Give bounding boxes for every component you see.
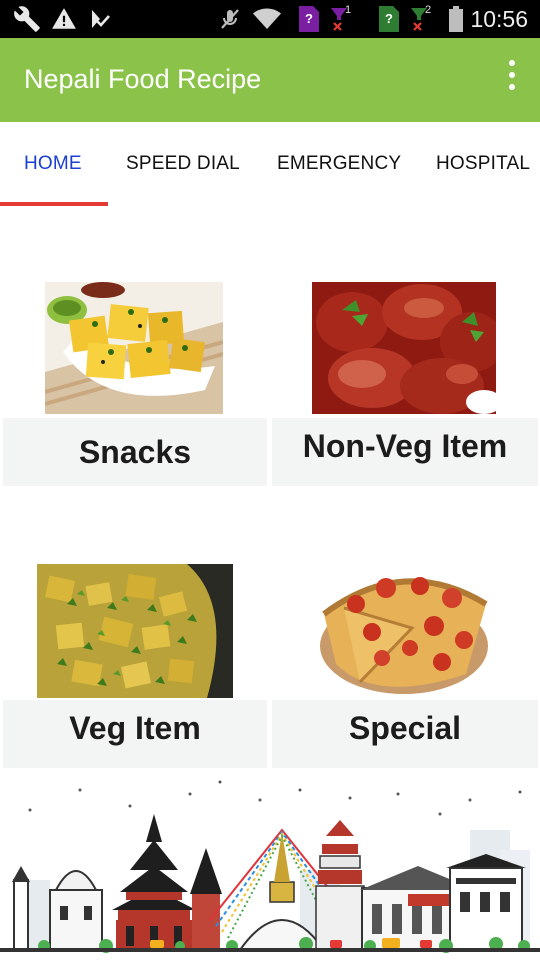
card-label-area: Non-Veg Item bbox=[272, 418, 538, 486]
sim2-unknown-label: ? bbox=[385, 11, 393, 26]
tab-emergency[interactable]: EMERGENCY bbox=[277, 122, 401, 206]
tab-speed-dial[interactable]: SPEED DIAL bbox=[126, 122, 240, 206]
app-title: Nepali Food Recipe bbox=[24, 64, 262, 94]
sim2-label: 2 bbox=[425, 4, 432, 16]
tab-home[interactable]: HOME bbox=[24, 122, 82, 206]
pizza-photo bbox=[316, 564, 492, 696]
signal-off-icon: 2 bbox=[406, 0, 432, 38]
tab-bar: HOME SPEED DIAL EMERGENCY HOSPITAL bbox=[0, 122, 540, 206]
battery-icon bbox=[446, 0, 466, 38]
category-label: Snacks bbox=[78, 434, 192, 470]
meat-curry-photo bbox=[312, 282, 496, 414]
category-label: Non-Veg Item bbox=[302, 428, 508, 464]
sim1-unknown-label: ? bbox=[305, 11, 313, 26]
sim-unknown-icon: ? bbox=[378, 0, 400, 38]
card-label-area: Veg Item bbox=[3, 700, 267, 768]
more-vert-icon[interactable] bbox=[504, 60, 520, 90]
signal-off-icon: 1 bbox=[326, 0, 352, 38]
status-time: 10:56 bbox=[470, 6, 528, 32]
kathmandu-skyline-illustration bbox=[0, 770, 540, 960]
wifi-icon bbox=[252, 0, 282, 38]
status-bar: ? 1 ? 2 10:56 bbox=[0, 0, 540, 38]
potato-curry-photo bbox=[37, 564, 233, 698]
category-card-veg[interactable]: Veg Item bbox=[3, 562, 267, 768]
card-label-area: Snacks bbox=[3, 418, 267, 486]
category-card-non-veg[interactable]: Non-Veg Item bbox=[272, 280, 538, 486]
sim1-label: 1 bbox=[345, 4, 352, 16]
tab-indicator bbox=[0, 202, 108, 206]
wrench-icon bbox=[12, 0, 42, 38]
category-card-snacks[interactable]: Snacks bbox=[3, 280, 267, 486]
app-bar: Nepali Food Recipe bbox=[0, 38, 540, 122]
card-label-area: Special bbox=[272, 700, 538, 768]
mute-icon bbox=[216, 0, 244, 38]
warning-icon bbox=[50, 0, 78, 38]
tab-hospital[interactable]: HOSPITAL bbox=[436, 122, 530, 206]
category-card-special[interactable]: Special bbox=[272, 562, 538, 768]
category-label: Veg Item bbox=[69, 710, 201, 746]
sim-unknown-icon: ? bbox=[298, 0, 320, 38]
check-flag-icon bbox=[86, 0, 114, 38]
category-label: Special bbox=[348, 710, 462, 746]
dhokla-snack-photo bbox=[45, 282, 223, 414]
